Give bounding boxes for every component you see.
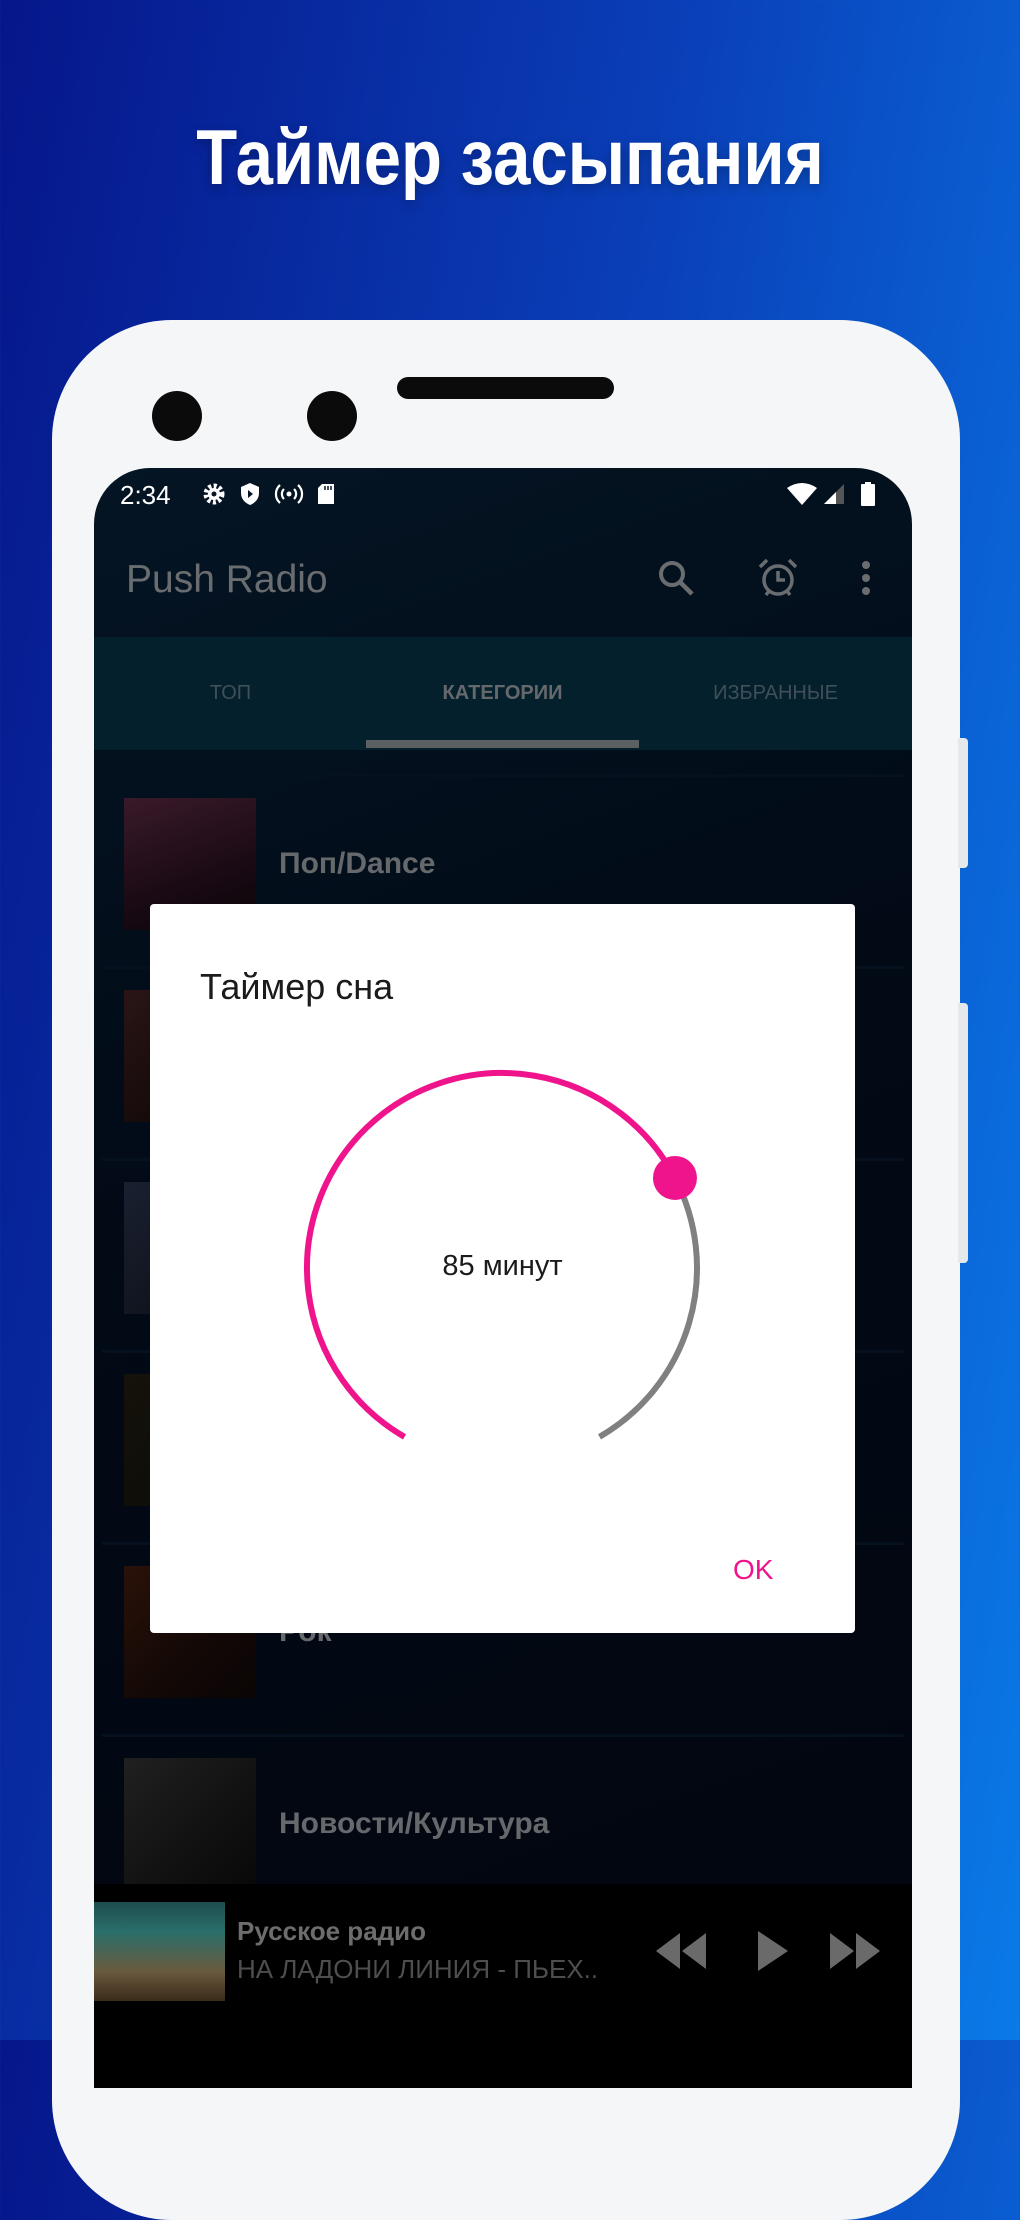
- battery-icon: [861, 482, 875, 506]
- hotspot-icon: [274, 484, 304, 504]
- more-vert-icon[interactable]: [844, 556, 888, 600]
- camera-icon: [307, 391, 357, 441]
- ok-button[interactable]: OK: [725, 1550, 781, 1590]
- tab-favorites[interactable]: ИЗБРАННЫЕ: [639, 637, 912, 750]
- category-thumbnail: [124, 1758, 256, 1890]
- status-bar: 2:34: [94, 468, 912, 520]
- alarm-icon[interactable]: [756, 556, 800, 600]
- search-icon[interactable]: [654, 556, 698, 600]
- tab-indicator: [366, 740, 639, 748]
- timer-value: 85 минут: [442, 1250, 563, 1282]
- shield-play-icon: [241, 483, 259, 505]
- category-label: Поп/Dance: [279, 847, 436, 880]
- power-button: [958, 1003, 968, 1263]
- play-icon[interactable]: [754, 1929, 790, 1973]
- tab-top[interactable]: ТОП: [94, 637, 367, 750]
- sd-card-icon: [318, 484, 334, 504]
- category-label: Новости/Культура: [279, 1807, 550, 1840]
- station-name: Русское радио: [237, 1916, 427, 1946]
- rewind-icon[interactable]: [654, 1929, 708, 1973]
- fast-forward-icon[interactable]: [828, 1929, 882, 1973]
- headline: Таймер засыпания: [196, 113, 824, 201]
- tab-categories[interactable]: КАТЕГОРИИ: [366, 637, 639, 750]
- gear-icon: [203, 483, 225, 505]
- mini-player[interactable]: Русское радио НА ЛАДОНИ ЛИНИЯ - ПЬЕХ..: [94, 1884, 912, 2088]
- dial-track: [597, 1176, 700, 1440]
- track-title: НА ЛАДОНИ ЛИНИЯ - ПЬЕХ..: [237, 1954, 599, 1984]
- volume-button: [958, 738, 968, 868]
- dial-knob[interactable]: [652, 1155, 697, 1200]
- status-time: 2:34: [120, 480, 171, 510]
- wifi-icon: [787, 483, 817, 505]
- sleep-timer-dialog: Таймер сна 85 минут OK: [150, 904, 855, 1633]
- app-bar: Push Radio: [94, 520, 912, 637]
- app-title: Push Radio: [126, 558, 328, 601]
- speaker-grille: [397, 377, 614, 399]
- station-artwork: [94, 1902, 225, 2001]
- camera-icon: [152, 391, 202, 441]
- signal-icon: [824, 484, 844, 504]
- tab-bar: ТОП КАТЕГОРИИ ИЗБРАННЫЕ: [94, 637, 912, 750]
